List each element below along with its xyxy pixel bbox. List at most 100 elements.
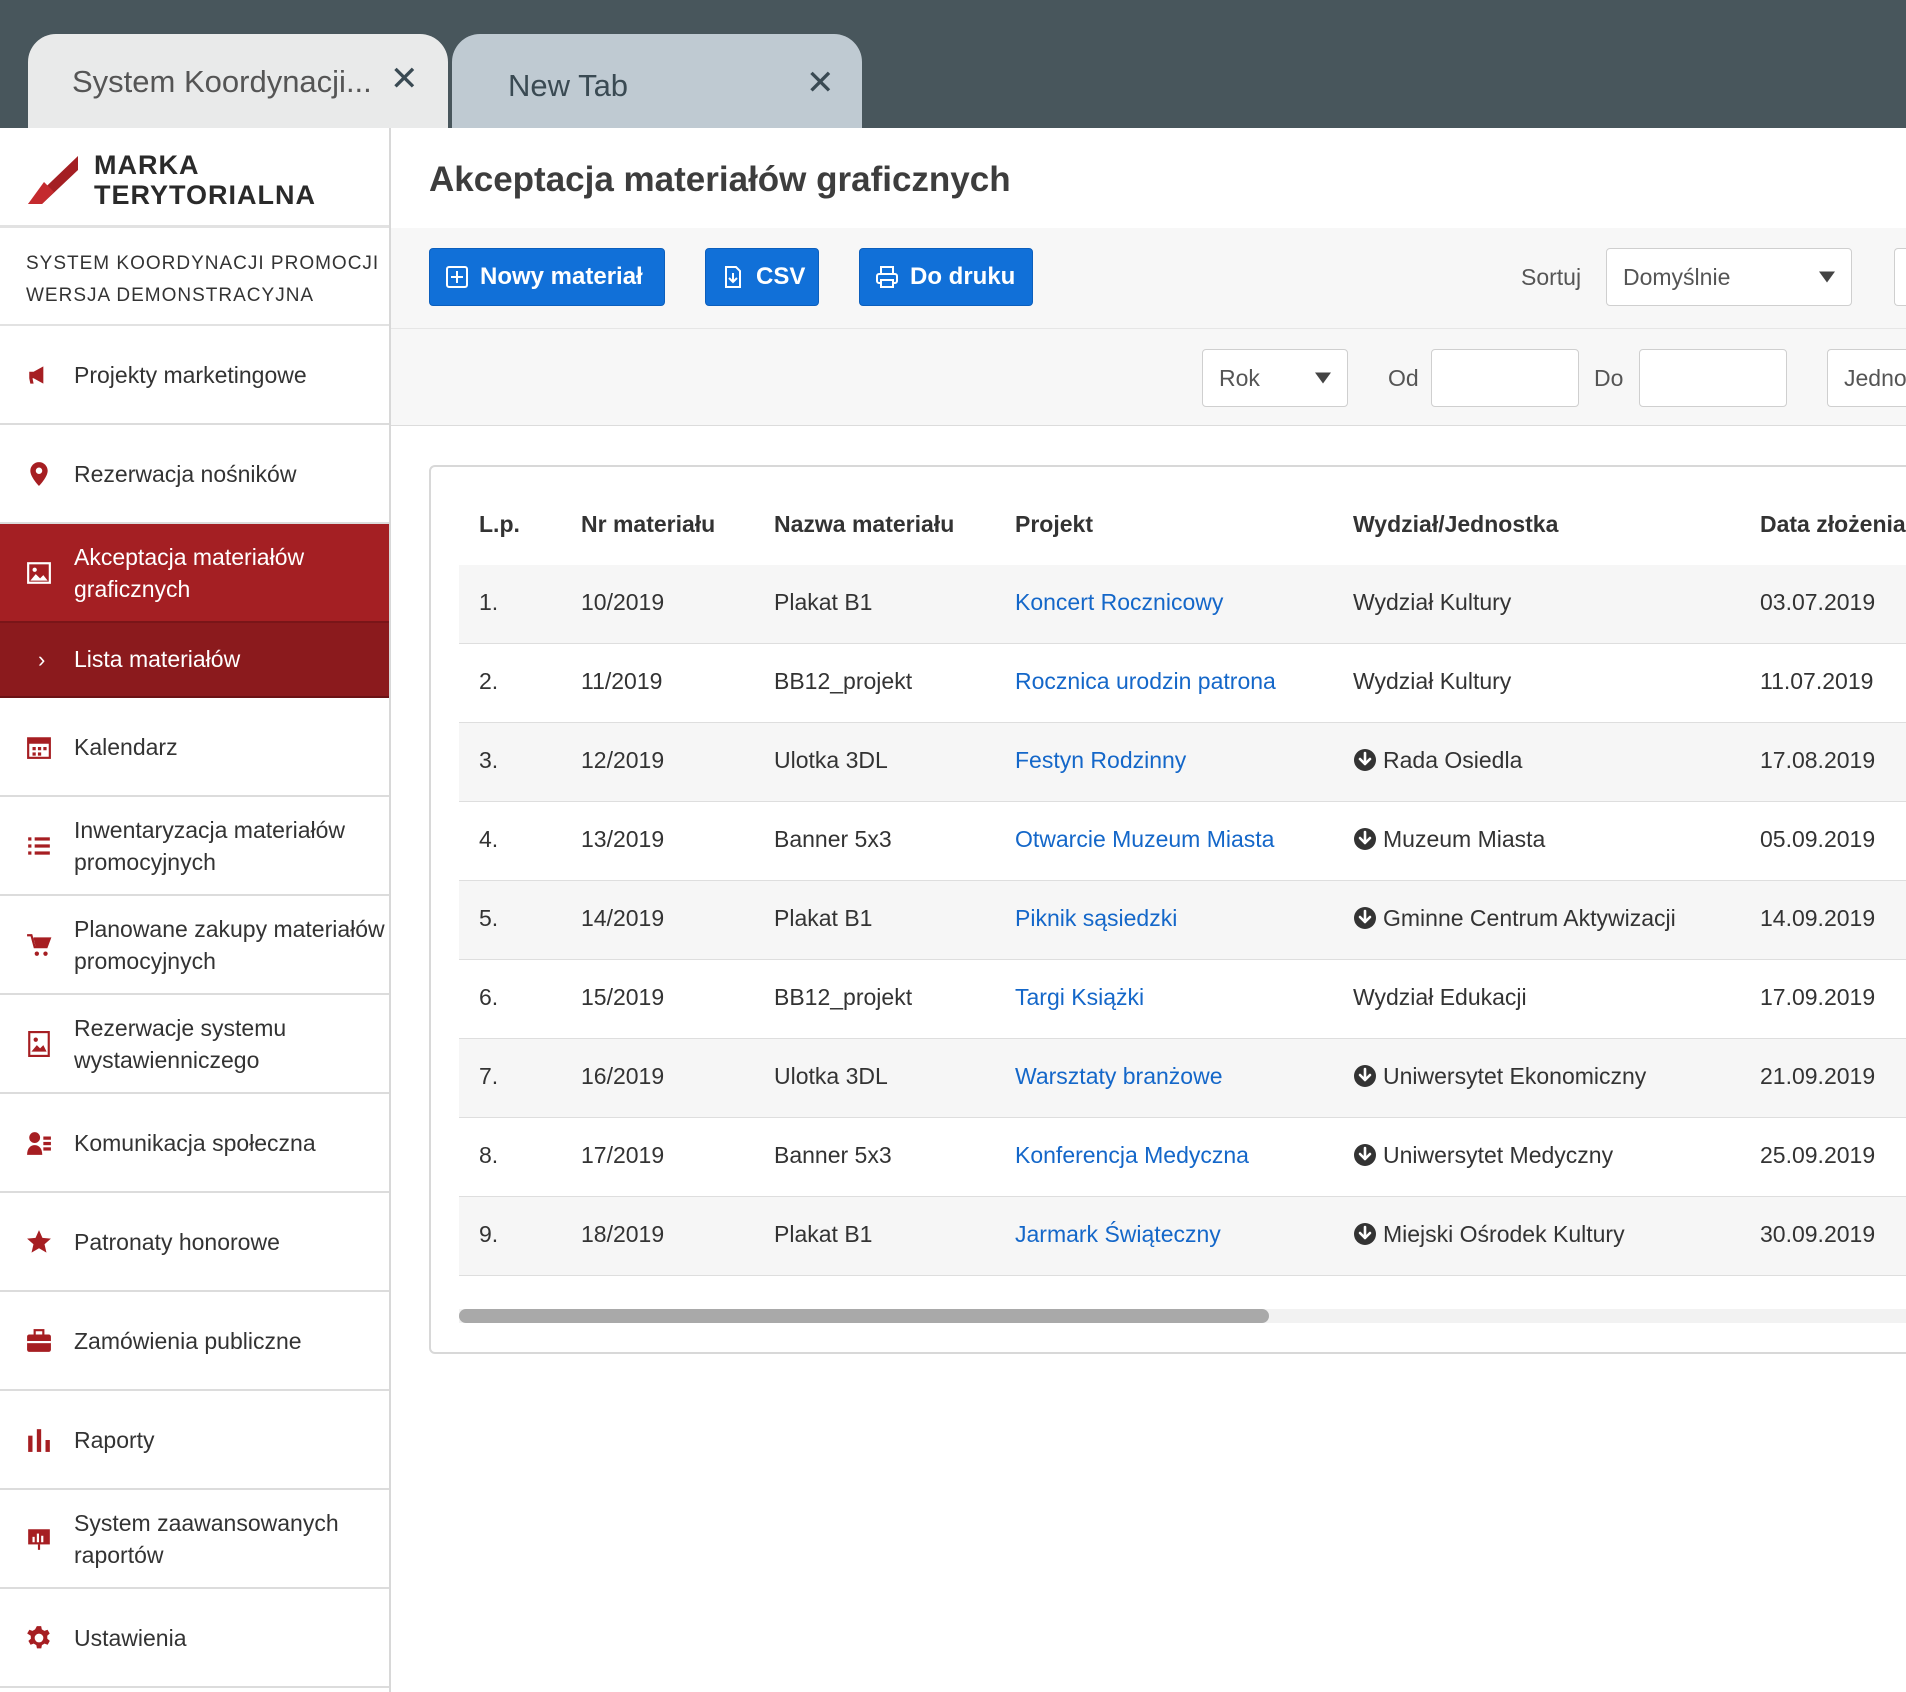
sidebar-item-label: Planowane zakupy materiałów promocyjnych [74,915,385,974]
table-row[interactable]: 4. 13/2019 Banner 5x3 Otwarcie Muzeum Miast… [459,802,1906,881]
table-row[interactable]: 1. 10/2019 Plakat B1 Koncert Rocznicowy Wydz… [459,565,1906,644]
table-row[interactable]: 2. 11/2019 BB12_projekt Rocznica urodzin pa… [459,644,1906,723]
sidebar-item-projekty[interactable]: Projekty marketingowe [0,326,389,425]
cell-wydzial: Wydział Kultury [1353,668,1511,695]
cell-nr-text: 12/2019 [581,747,665,773]
cell-data: 21.09.2019 [1760,1063,1875,1090]
column-header-projekt[interactable]: Projekt [1015,511,1093,538]
cell-wydzial: Uniwersytet Ekonomiczny [1353,1063,1646,1090]
sidebar-item-ustawienia[interactable]: Ustawienia [0,1589,389,1688]
browser-tab-system[interactable]: System Koordynacji... ✕ [28,34,448,128]
project-link-text[interactable]: Warsztaty branżowe [1015,1063,1223,1089]
cell-nazwa: BB12_projekt [774,984,912,1011]
cell-nr: 10/2019 [581,589,664,616]
arrow-down-circle-icon[interactable] [1353,1143,1377,1167]
cell-wydzial-text: Wydział Kultury [1353,668,1512,694]
year-select[interactable]: Rok [1202,349,1348,407]
project-link[interactable]: Rocznica urodzin patrona [1015,668,1276,695]
sidebar-item-label: Rezerwacja nośników [74,460,297,487]
project-link-text[interactable]: Targi Książki [1015,984,1144,1010]
sidebar-item-rezerwacja-nosnikow[interactable]: Rezerwacja nośników [0,425,389,524]
column-header-nazwa[interactable]: Nazwa materiału [774,511,954,538]
logo[interactable]: MARKA TERYTORIALNA [0,128,389,228]
close-icon[interactable]: ✕ [806,66,835,100]
project-link-text[interactable]: Rocznica urodzin patrona [1015,668,1276,694]
scrollbar-thumb[interactable] [459,1309,1269,1323]
project-link-text[interactable]: Konferencja Medyczna [1015,1142,1249,1168]
date-from-input[interactable] [1431,349,1579,407]
system-version: WERSJA DEMONSTRACYJNA [26,285,315,306]
project-link[interactable]: Koncert Rocznicowy [1015,589,1223,616]
toolbar: Nowy materiał CSV Do druku Sortuj Domyśl… [391,228,1906,328]
cell-nazwa: Ulotka 3DL [774,1063,888,1090]
date-to-input[interactable] [1639,349,1787,407]
print-button[interactable]: Do druku [859,248,1033,306]
unit-select[interactable]: Jedno [1827,349,1906,407]
table-header: L.p. Nr materiału Nazwa materiału Projek… [459,485,1906,565]
table-row[interactable]: 5. 14/2019 Plakat B1 Piknik sąsiedzki Gminne… [459,881,1906,960]
cell-nazwa: Banner 5x3 [774,826,892,853]
table-row[interactable]: 8. 17/2019 Banner 5x3 Konferencja Medyczna U… [459,1118,1906,1197]
sort-select[interactable]: Domyślnie [1606,248,1852,306]
cell-data: 05.09.2019 [1760,826,1875,853]
project-link-text[interactable]: Piknik sąsiedzki [1015,905,1177,931]
map-pin-icon [30,461,48,486]
sidebar-item-inwentaryzacja[interactable]: Inwentaryzacja materiałów promocyjnych [0,797,389,896]
sidebar-item-komunikacja[interactable]: Komunikacja społeczna [0,1094,389,1193]
arrow-down-circle-icon[interactable] [1353,1064,1377,1088]
arrow-down-circle-icon[interactable] [1353,906,1377,930]
project-link[interactable]: Konferencja Medyczna [1015,1142,1249,1169]
horizontal-scrollbar[interactable] [459,1309,1906,1323]
table-row[interactable]: 9. 18/2019 Plakat B1 Jarmark Świąteczny Miej… [459,1197,1906,1276]
column-header-wydzial[interactable]: Wydział/Jednostka [1353,511,1558,538]
cell-data: 25.09.2019 [1760,1142,1875,1169]
megaphone-icon [29,365,44,384]
sidebar-item-planowane-zakupy[interactable]: Planowane zakupy materiałów promocyjnych [0,896,389,995]
cell-wydzial-text: Wydział Kultury [1353,589,1512,615]
sidebar-item-zamowienia[interactable]: Zamówienia publiczne [0,1292,389,1391]
project-link-text[interactable]: Koncert Rocznicowy [1015,589,1223,615]
sidebar-item-kalendarz[interactable]: Kalendarz [0,698,389,797]
project-link-text[interactable]: Festyn Rodzinny [1015,747,1186,773]
arrow-down-circle-icon[interactable] [1353,748,1377,772]
sidebar-item-system-raportow[interactable]: System zaawansowanych raportów [0,1490,389,1589]
cell-data: 03.07.2019 [1760,589,1875,616]
project-link[interactable]: Piknik sąsiedzki [1015,905,1177,932]
cell-wydzial-text: Gminne Centrum Aktywizacji [1383,905,1676,931]
logo-line-1: MARKA [94,150,200,180]
sidebar-subitem-lista-materialow[interactable]: › Lista materiałów [0,623,389,698]
new-material-button[interactable]: Nowy materiał [429,248,665,306]
table-row[interactable]: 7. 16/2019 Ulotka 3DL Warsztaty branżowe Uni… [459,1039,1906,1118]
cell-wydzial-text: Muzeum Miasta [1383,826,1546,852]
project-link[interactable]: Festyn Rodzinny [1015,747,1186,774]
project-link-text[interactable]: Otwarcie Muzeum Miasta [1015,826,1274,852]
csv-button[interactable]: CSV [705,248,819,306]
cell-wydzial: Wydział Kultury [1353,589,1511,616]
logo-line-2: TERYTORIALNA [94,180,317,210]
cell-nazwa-text: Plakat B1 [774,905,873,931]
table-row[interactable]: 6. 15/2019 BB12_projekt Targi Książki Wydzia… [459,960,1906,1039]
chevron-right-icon: › [38,646,46,672]
sidebar-item-label: Patronaty honorowe [74,1228,280,1255]
project-link[interactable]: Targi Książki [1015,984,1144,1011]
sidebar-item-rezerwacje-wystawiennicze[interactable]: Rezerwacje systemu wystawienniczego [0,995,389,1094]
table-row[interactable]: 3. 12/2019 Ulotka 3DL Festyn Rodzinny Rada O… [459,723,1906,802]
cell-nazwa: Plakat B1 [774,1221,872,1248]
sidebar-item-akceptacja[interactable]: Akceptacja materiałów graficznych [0,524,389,623]
project-link[interactable]: Warsztaty branżowe [1015,1063,1223,1090]
sort-direction-select[interactable] [1894,248,1906,306]
sidebar-item-raporty[interactable]: Raporty [0,1391,389,1490]
arrow-down-circle-icon[interactable] [1353,827,1377,851]
browser-tab-new[interactable]: New Tab ✕ [452,34,862,128]
project-link-text[interactable]: Jarmark Świąteczny [1015,1221,1221,1247]
close-icon[interactable]: ✕ [390,62,419,96]
project-link[interactable]: Otwarcie Muzeum Miasta [1015,826,1274,853]
system-name: SYSTEM KOORDYNACJI PROMOCJI [26,253,380,274]
arrow-down-circle-icon[interactable] [1353,1222,1377,1246]
column-header-lp[interactable]: L.p. [479,511,520,538]
column-header-nr[interactable]: Nr materiału [581,511,715,538]
cell-nr: 16/2019 [581,1063,664,1090]
sidebar-item-patronaty[interactable]: Patronaty honorowe [0,1193,389,1292]
project-link[interactable]: Jarmark Świąteczny [1015,1221,1221,1248]
column-header-data[interactable]: Data złożenia [1760,511,1906,538]
